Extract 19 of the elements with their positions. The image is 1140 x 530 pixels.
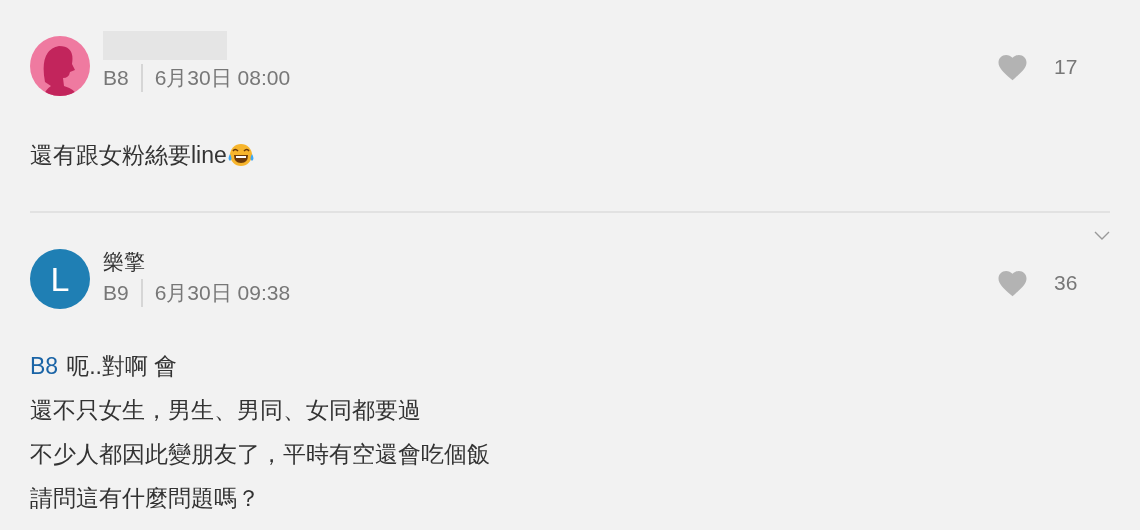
comment-text: 請問這有什麼問題嗎？ (30, 484, 260, 513)
like-count: 36 (1054, 271, 1079, 295)
avatar-letter: L (50, 259, 70, 299)
post-time: 6月30日 09:38 (154, 280, 291, 306)
caret-icon[interactable] (1094, 231, 1110, 241)
comment-text: 不少人都因此變朋友了，平時有空還會吃個飯 (30, 440, 490, 469)
reply-link[interactable]: B8 (30, 344, 59, 388)
comment-text: 還有跟女粉絲要line (30, 141, 227, 170)
avatar[interactable] (30, 36, 90, 96)
author-name[interactable]: 樂擎 (103, 249, 984, 275)
heart-icon[interactable] (997, 269, 1028, 297)
heart-icon[interactable] (997, 53, 1028, 81)
floor-number: B8 (103, 65, 129, 91)
comment-text: 呃..對啊 會 (66, 352, 178, 381)
floor-number: B9 (103, 280, 129, 306)
avatar[interactable]: L (30, 249, 90, 309)
like-count: 17 (1054, 55, 1079, 79)
comment-text: 還不只女生，男生、男同、女同都要過 (30, 396, 421, 425)
post-time: 6月30日 08:00 (154, 65, 291, 91)
